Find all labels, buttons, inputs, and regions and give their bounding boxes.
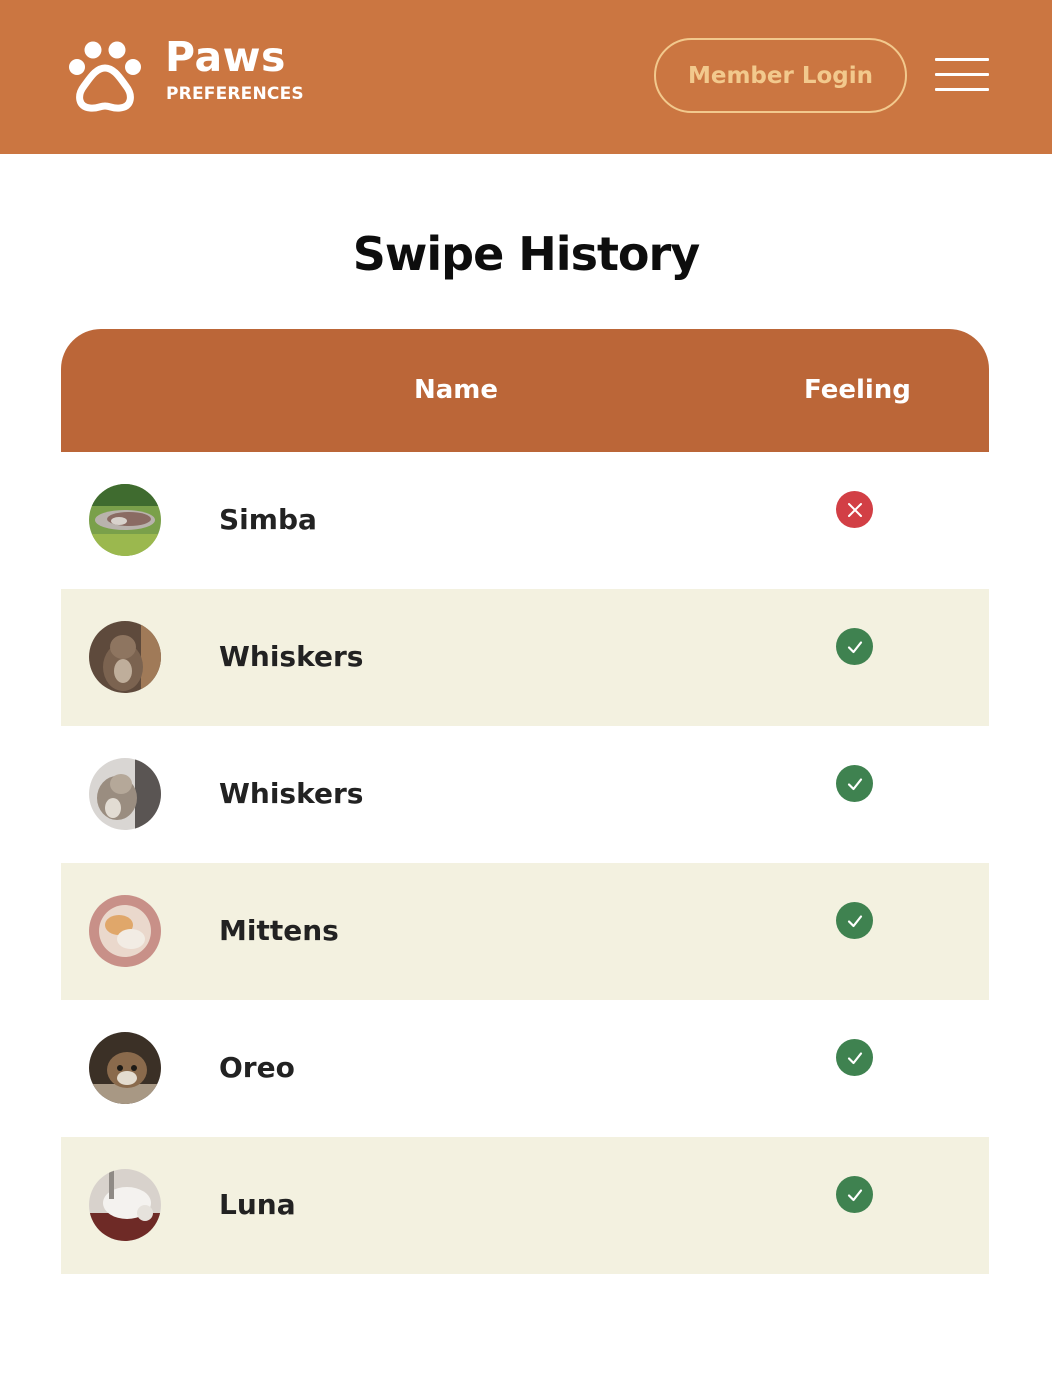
- pet-name: Luna: [219, 1188, 296, 1221]
- page-title: Swipe History: [352, 227, 700, 281]
- check-circle-icon: [836, 1176, 873, 1213]
- table-row[interactable]: Whiskers: [61, 726, 989, 863]
- check-circle-icon: [836, 902, 873, 939]
- swipe-history-table: Name Feeling Simba Whiskers Whiskers Mit…: [61, 329, 989, 1274]
- pet-avatar: [89, 484, 161, 556]
- check-circle-icon: [836, 628, 873, 665]
- pet-name: Whiskers: [219, 640, 364, 673]
- table-row[interactable]: Oreo: [61, 1000, 989, 1137]
- site-header: Paws PREFERENCES Member Login: [0, 0, 1052, 154]
- table-row[interactable]: Mittens: [61, 863, 989, 1000]
- table-row[interactable]: Simba: [61, 452, 989, 589]
- brand-name[interactable]: Paws: [165, 34, 286, 80]
- column-header-feeling: Feeling: [804, 375, 911, 405]
- hamburger-menu-icon[interactable]: [935, 58, 989, 92]
- pet-avatar: [89, 758, 161, 830]
- pet-avatar: [89, 1169, 161, 1241]
- pet-name: Oreo: [219, 1051, 295, 1084]
- pet-name: Whiskers: [219, 777, 364, 810]
- table-row[interactable]: Luna: [61, 1137, 989, 1274]
- pet-name: Simba: [219, 503, 317, 536]
- check-circle-icon: [836, 765, 873, 802]
- pet-name: Mittens: [219, 914, 339, 947]
- table-row[interactable]: Whiskers: [61, 589, 989, 726]
- table-header: Name Feeling: [61, 329, 989, 452]
- brand-tagline: PREFERENCES: [166, 84, 304, 104]
- paw-icon[interactable]: [66, 38, 144, 112]
- member-login-button[interactable]: Member Login: [654, 38, 907, 113]
- pet-avatar: [89, 621, 161, 693]
- check-circle-icon: [836, 1039, 873, 1076]
- column-header-name: Name: [414, 375, 499, 405]
- pet-avatar: [89, 1032, 161, 1104]
- pet-avatar: [89, 895, 161, 967]
- x-circle-icon: [836, 491, 873, 528]
